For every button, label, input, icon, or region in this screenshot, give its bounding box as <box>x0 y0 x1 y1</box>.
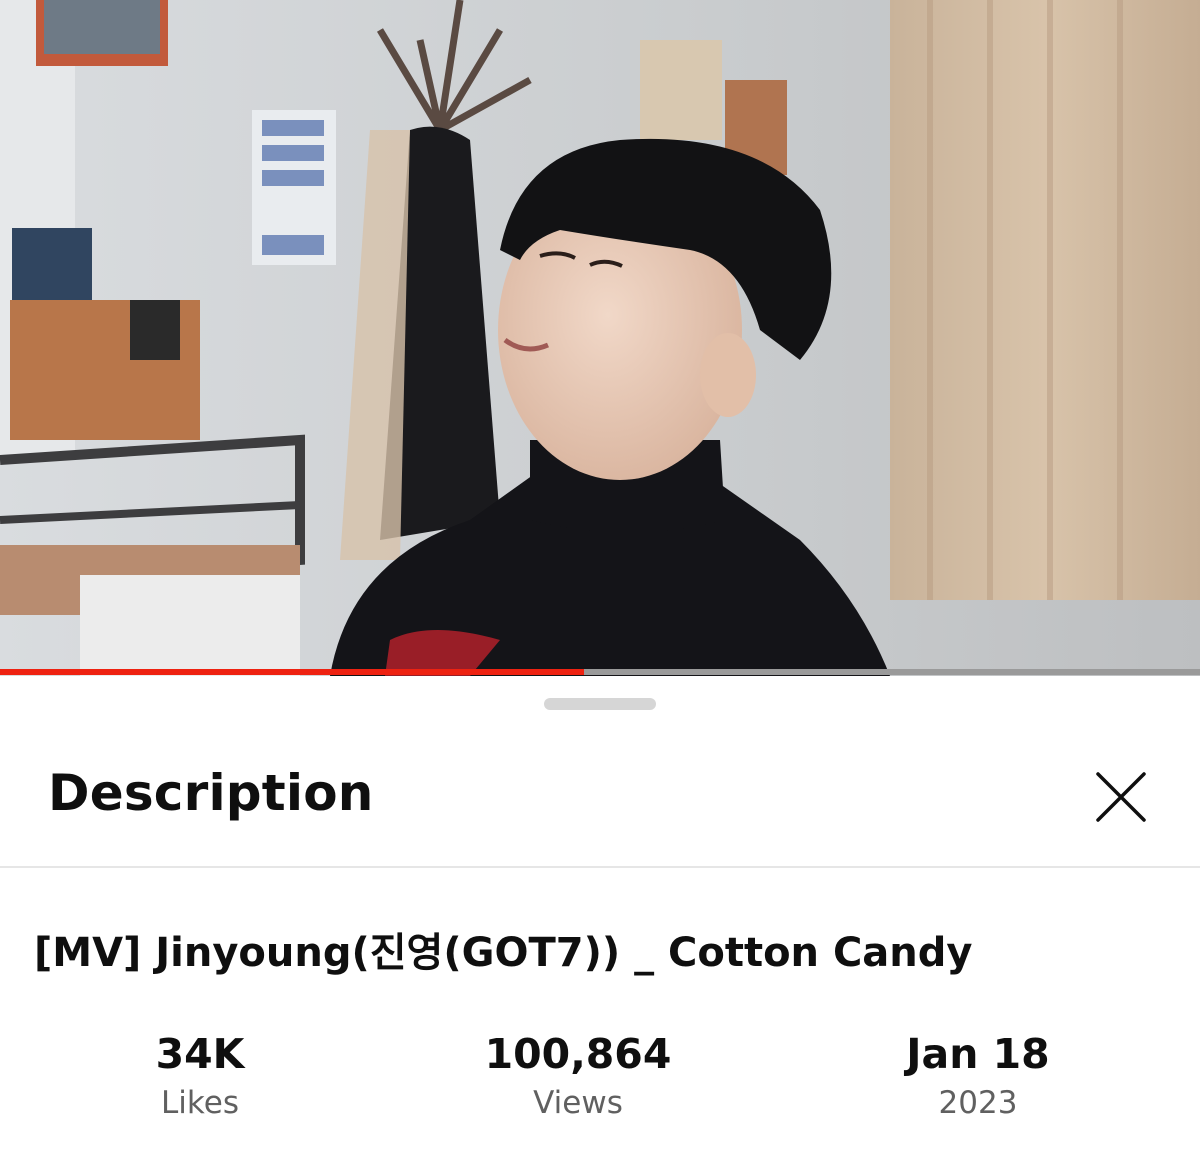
drag-handle[interactable] <box>544 698 656 710</box>
close-button[interactable] <box>1088 764 1154 830</box>
divider <box>0 866 1200 868</box>
video-progress-bar[interactable] <box>0 669 1200 675</box>
likes-count: 34K <box>155 1030 245 1078</box>
views-label: Views <box>533 1085 623 1121</box>
likes-stat: 34K Likes <box>50 1028 350 1126</box>
close-icon <box>1096 772 1146 822</box>
date-stat: Jan 18 2023 <box>828 1028 1128 1126</box>
views-stat: 100,864 Views <box>428 1028 728 1126</box>
likes-label: Likes <box>161 1085 239 1121</box>
description-sheet: Description [MV] Jinyoung(진영(GOT7)) _ Co… <box>0 676 1200 1160</box>
publish-date: Jan 18 <box>906 1030 1050 1078</box>
video-progress-fill <box>0 669 585 675</box>
views-count: 100,864 <box>484 1030 672 1078</box>
video-title: [MV] Jinyoung(진영(GOT7)) _ Cotton Candy <box>34 930 973 976</box>
video-player[interactable] <box>0 0 1200 676</box>
sheet-title: Description <box>48 764 374 822</box>
publish-year: 2023 <box>938 1085 1018 1121</box>
video-frame <box>0 0 1200 676</box>
